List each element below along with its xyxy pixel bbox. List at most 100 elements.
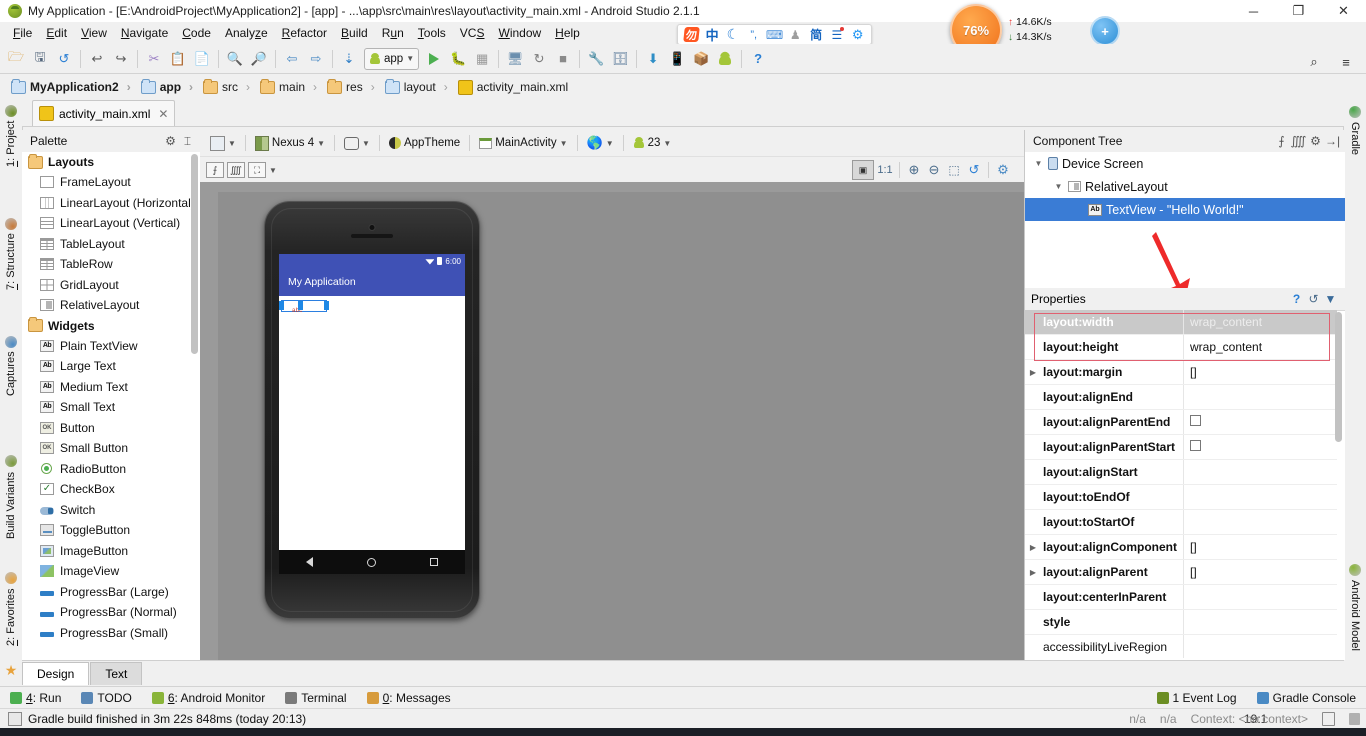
- tool-window-build-variants[interactable]: Build Variants: [0, 449, 22, 545]
- menu-item-view[interactable]: View: [74, 23, 114, 43]
- stop-icon[interactable]: ■: [551, 47, 575, 71]
- resize-handle-right[interactable]: [324, 301, 329, 310]
- property-row[interactable]: layout:alignParentStart: [1025, 435, 1337, 460]
- lock-icon[interactable]: [1322, 712, 1335, 726]
- design-settings-button[interactable]: ⚙: [994, 162, 1012, 178]
- palette-item-imageview[interactable]: ImageView: [22, 561, 200, 582]
- chevron-down-icon[interactable]: ▼: [1053, 182, 1064, 191]
- palette-item-progressbar--normal-[interactable]: ProgressBar (Normal): [22, 602, 200, 623]
- layout-toggle-icon[interactable]: ≡: [1334, 50, 1358, 74]
- chevron-right-icon[interactable]: ▶: [1025, 568, 1041, 577]
- locale-selector[interactable]: 🌎 ▼: [583, 133, 618, 153]
- coverage-button[interactable]: ▦: [470, 47, 494, 71]
- tool-window-gradle[interactable]: Gradle: [1344, 101, 1366, 161]
- property-row[interactable]: layout:toStartOf: [1025, 510, 1337, 535]
- design-canvas[interactable]: 6:00 My Application abc: [200, 182, 1024, 660]
- ime-punctuation-icon[interactable]: ”,: [743, 25, 764, 44]
- menu-item-code[interactable]: Code: [175, 23, 218, 43]
- device-config-button[interactable]: ▼: [206, 133, 240, 153]
- collapse-icon[interactable]: ⌶: [179, 133, 196, 150]
- breadcrumb-item-src[interactable]: src›: [198, 80, 255, 94]
- device-screen[interactable]: 6:00 My Application abc: [279, 254, 465, 574]
- device-monitor-icon[interactable]: 📱: [665, 47, 689, 71]
- property-value[interactable]: [1183, 635, 1337, 658]
- menu-item-help[interactable]: Help: [548, 23, 587, 43]
- replace-icon[interactable]: 🔎: [247, 47, 271, 71]
- help-icon[interactable]: ?: [746, 47, 770, 71]
- selected-textview-widget[interactable]: abc: [281, 300, 327, 312]
- editor-mode-tab-text[interactable]: Text: [90, 662, 142, 685]
- property-value[interactable]: []: [1183, 560, 1337, 584]
- open-project-icon[interactable]: 🗁: [4, 47, 28, 71]
- palette-item-progressbar--large-[interactable]: ProgressBar (Large): [22, 582, 200, 603]
- menu-item-file[interactable]: File: [6, 23, 39, 43]
- property-value[interactable]: [1183, 435, 1337, 459]
- palette-item-plain-textview[interactable]: AbPlain TextView: [22, 336, 200, 357]
- menu-item-window[interactable]: Window: [491, 23, 548, 43]
- help-icon[interactable]: ?: [1288, 291, 1305, 308]
- zoom-out-button[interactable]: ⊖: [925, 162, 943, 178]
- palette-item-gridlayout[interactable]: GridLayout: [22, 275, 200, 296]
- palette-group-layouts[interactable]: Layouts: [22, 152, 200, 172]
- chevron-down-icon[interactable]: ▼: [1033, 159, 1044, 168]
- orientation-selector[interactable]: ▼: [340, 133, 374, 153]
- palette-item-linearlayout--vertical-[interactable]: LinearLayout (Vertical): [22, 213, 200, 234]
- property-value[interactable]: wrap_content: [1183, 310, 1337, 334]
- menu-item-refactor[interactable]: Refactor: [275, 23, 334, 43]
- status-tool-todo[interactable]: TODO: [71, 691, 141, 705]
- ime-logo-icon[interactable]: 勿: [681, 25, 702, 44]
- save-all-icon[interactable]: 🖫: [28, 47, 52, 71]
- component-tree-body[interactable]: ▼Device Screen▼RelativeLayoutAbTextView …: [1025, 152, 1345, 288]
- palette-list[interactable]: LayoutsFrameLayoutLinearLayout (Horizont…: [22, 152, 200, 660]
- breadcrumb-item-layout[interactable]: layout›: [380, 80, 453, 94]
- screenshot-button[interactable]: ⬚: [945, 162, 963, 178]
- encoding-label[interactable]: n/a: [1129, 712, 1146, 726]
- status-event-log[interactable]: 1 Event Log: [1147, 691, 1247, 705]
- tool-window-2--favorites[interactable]: 2: Favorites: [0, 569, 22, 649]
- property-value[interactable]: []: [1183, 535, 1337, 559]
- property-row[interactable]: layout:alignParentEnd: [1025, 410, 1337, 435]
- property-row[interactable]: ▶layout:alignParent[]: [1025, 560, 1337, 585]
- redo-icon[interactable]: ↪: [109, 47, 133, 71]
- palette-item-togglebutton[interactable]: ToggleButton: [22, 520, 200, 541]
- palette-item-small-text[interactable]: AbSmall Text: [22, 397, 200, 418]
- status-tool-terminal[interactable]: Terminal: [275, 691, 356, 705]
- palette-item-switch[interactable]: Switch: [22, 500, 200, 521]
- status-tool-6--android-monitor[interactable]: 6: Android Monitor: [142, 691, 275, 705]
- property-checkbox[interactable]: [1190, 440, 1201, 451]
- breadcrumb-item-myapplication2[interactable]: MyApplication2›: [6, 80, 136, 94]
- palette-item-framelayout[interactable]: FrameLayout: [22, 172, 200, 193]
- property-value[interactable]: [1183, 485, 1337, 509]
- zoom-fit-button[interactable]: ▣: [852, 160, 874, 180]
- close-button[interactable]: ✕: [1321, 0, 1366, 22]
- status-tool-4--run[interactable]: 4: Run: [0, 691, 71, 705]
- palette-item-large-text[interactable]: AbLarge Text: [22, 356, 200, 377]
- device-preview-frame[interactable]: 6:00 My Application abc: [264, 201, 480, 619]
- search-everywhere-icon[interactable]: ⌕: [1302, 50, 1326, 74]
- palette-item-button[interactable]: OKButton: [22, 418, 200, 439]
- theme-selector[interactable]: AppTheme: [385, 133, 464, 153]
- palette-item-progressbar--small-[interactable]: ProgressBar (Small): [22, 623, 200, 644]
- memory-icon[interactable]: [1349, 713, 1360, 725]
- menu-item-build[interactable]: Build: [334, 23, 375, 43]
- favorites-star-icon[interactable]: ★: [2, 662, 20, 680]
- status-gradle-console[interactable]: Gradle Console: [1247, 691, 1366, 705]
- maximize-button[interactable]: ❐: [1276, 0, 1321, 22]
- undo-icon[interactable]: ↩: [85, 47, 109, 71]
- property-row[interactable]: ▶layout:margin[]: [1025, 360, 1337, 385]
- palette-item-tablelayout[interactable]: TableLayout: [22, 234, 200, 255]
- tool-window-android-model[interactable]: Android Model: [1344, 559, 1366, 655]
- property-row[interactable]: ▶layout:alignComponent[]: [1025, 535, 1337, 560]
- expand-all-icon[interactable]: ⨍: [1273, 133, 1290, 150]
- resize-handle-left[interactable]: [279, 301, 284, 310]
- property-value[interactable]: wrap_content: [1183, 335, 1337, 359]
- component-tree-node[interactable]: ▼Device Screen: [1025, 152, 1345, 175]
- align-horizontal-button[interactable]: ⨍: [206, 162, 224, 178]
- breadcrumb-item-app[interactable]: app›: [136, 80, 198, 94]
- sdk-download-icon[interactable]: 📦: [689, 47, 713, 71]
- close-icon[interactable]: ✕: [158, 107, 168, 121]
- properties-table[interactable]: layout:widthwrap_contentlayout:heightwra…: [1025, 310, 1337, 658]
- palette-item-small-button[interactable]: OKSmall Button: [22, 438, 200, 459]
- property-row[interactable]: layout:alignEnd: [1025, 385, 1337, 410]
- component-tree-node[interactable]: AbTextView - "Hello World!": [1025, 198, 1345, 221]
